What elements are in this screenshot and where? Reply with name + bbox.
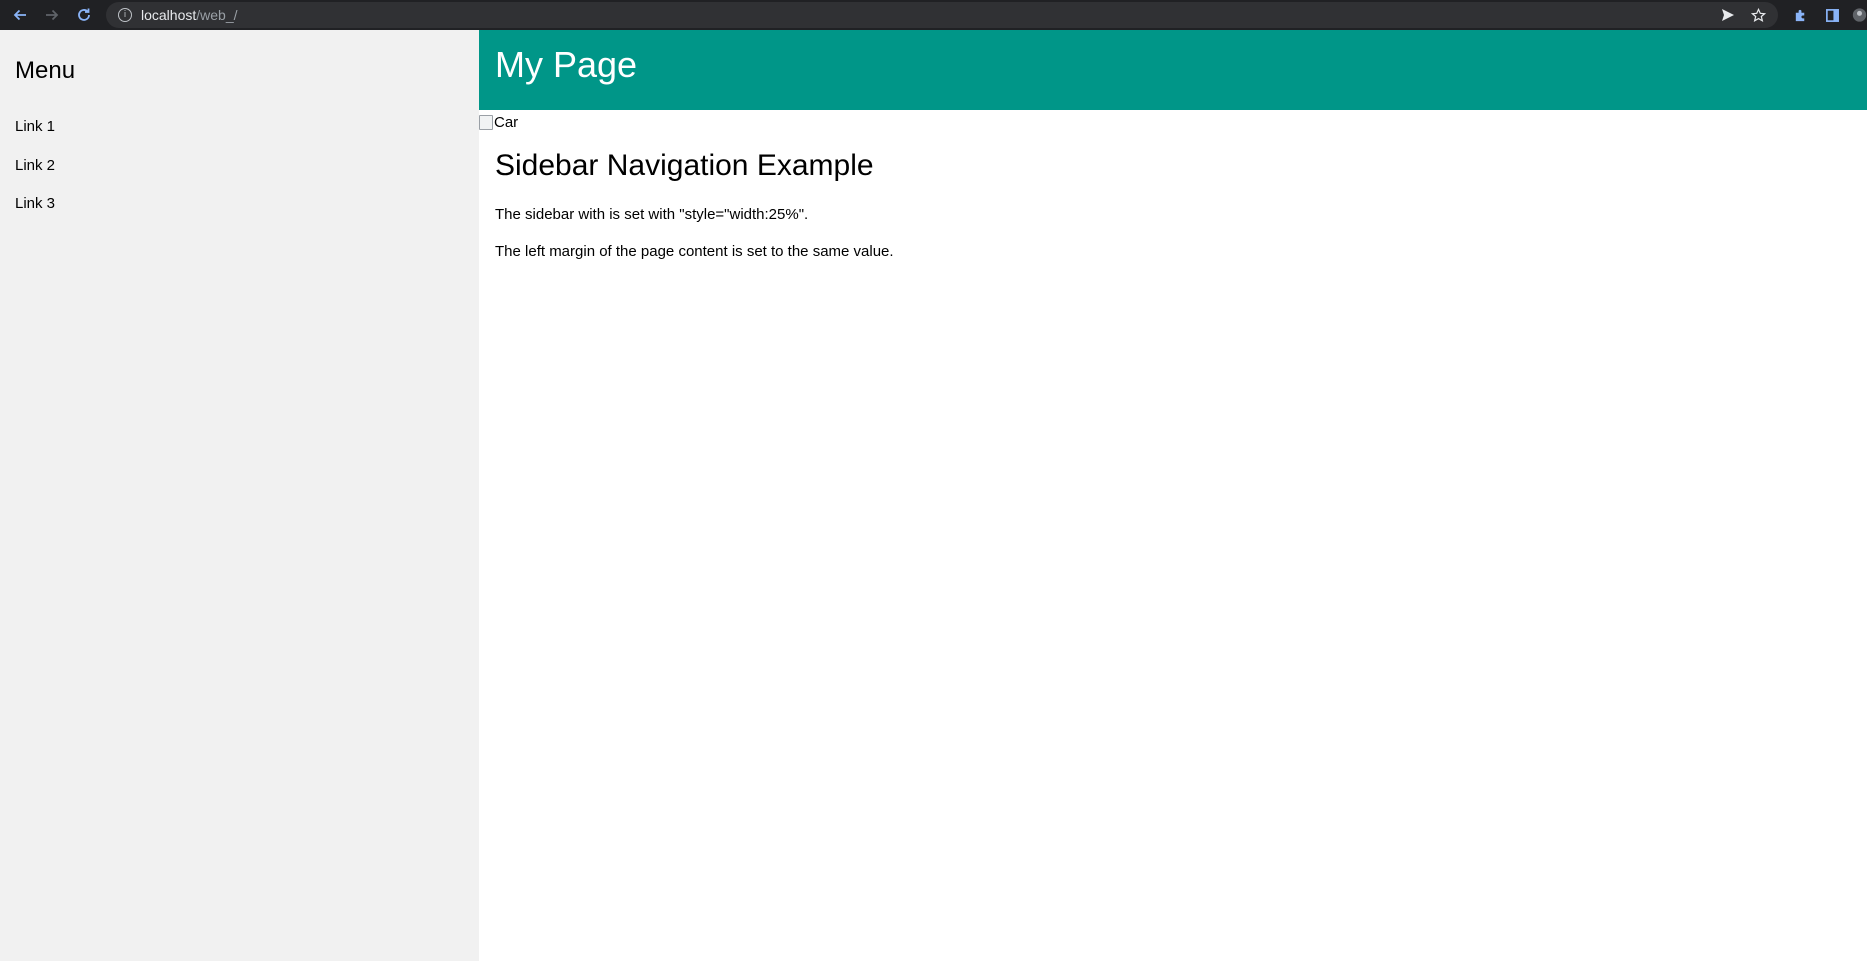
send-icon[interactable] xyxy=(1718,5,1738,25)
url-host: localhost xyxy=(141,7,197,23)
content-paragraph-2: The left margin of the page content is s… xyxy=(495,243,894,260)
side-panel-icon[interactable] xyxy=(1822,5,1842,25)
sidebar-link-1[interactable]: Link 1 xyxy=(15,118,55,135)
sidebar-link-2[interactable]: Link 2 xyxy=(15,157,55,174)
site-info-icon[interactable]: i xyxy=(118,8,132,22)
url-text[interactable]: localhost/web_/ xyxy=(141,7,238,23)
broken-image: Car xyxy=(479,112,518,132)
profile-avatar-icon[interactable] xyxy=(1852,5,1867,25)
content-heading: Sidebar Navigation Example xyxy=(495,149,874,182)
page-title: My Page xyxy=(495,44,638,85)
sidebar: Menu Link 1 Link 2 Link 3 xyxy=(0,30,479,961)
broken-image-icon xyxy=(479,114,493,130)
forward-icon[interactable] xyxy=(41,4,63,26)
back-icon[interactable] xyxy=(9,4,31,26)
page-header: My Page xyxy=(479,30,1867,110)
content-paragraph-1: The sidebar with is set with "style="wid… xyxy=(495,206,809,223)
url-path: /web_/ xyxy=(196,7,238,23)
sidebar-link-3[interactable]: Link 3 xyxy=(15,195,55,212)
browser-toolbar: i localhost/web_/ xyxy=(0,0,1867,30)
sidebar-heading: Menu xyxy=(15,57,76,84)
bookmark-star-icon[interactable] xyxy=(1748,5,1768,25)
image-alt-text: Car xyxy=(494,113,519,131)
reload-icon[interactable] xyxy=(73,4,95,26)
address-bar[interactable]: i localhost/web_/ xyxy=(106,2,1778,28)
extensions-puzzle-icon[interactable] xyxy=(1790,5,1810,25)
